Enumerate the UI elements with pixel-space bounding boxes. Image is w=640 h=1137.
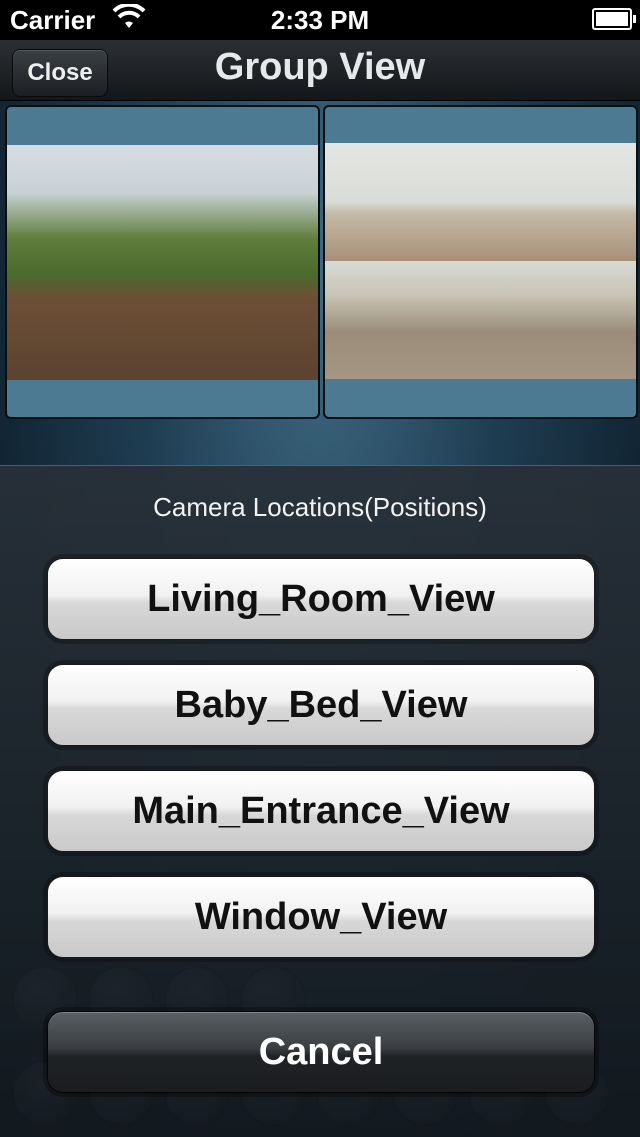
option-main-entrance-button[interactable]: Main_Entrance_View bbox=[47, 770, 595, 852]
page-title: Group View bbox=[214, 46, 426, 88]
camera-feed-image bbox=[325, 143, 636, 261]
action-sheet-title: Camera Locations(Positions) bbox=[153, 492, 487, 522]
nav-bar: Close Group View bbox=[0, 40, 640, 101]
status-time: 2:33 PM bbox=[270, 5, 370, 35]
action-sheet: Camera Locations(Positions) Living_Room_… bbox=[0, 465, 640, 1137]
option-living-room-button[interactable]: Living_Room_View bbox=[47, 558, 595, 640]
option-baby-bed-button[interactable]: Baby_Bed_View bbox=[47, 664, 595, 746]
camera-feed-image bbox=[325, 261, 636, 379]
camera-feed-image bbox=[7, 145, 318, 380]
option-window-button[interactable]: Window_View bbox=[47, 876, 595, 958]
camera-tile-right[interactable] bbox=[323, 105, 638, 419]
battery-icon bbox=[592, 8, 636, 30]
status-bar: Carrier 2:33 PM bbox=[0, 0, 640, 40]
cancel-button[interactable]: Cancel bbox=[47, 1011, 595, 1093]
camera-tile-left[interactable] bbox=[5, 105, 320, 419]
